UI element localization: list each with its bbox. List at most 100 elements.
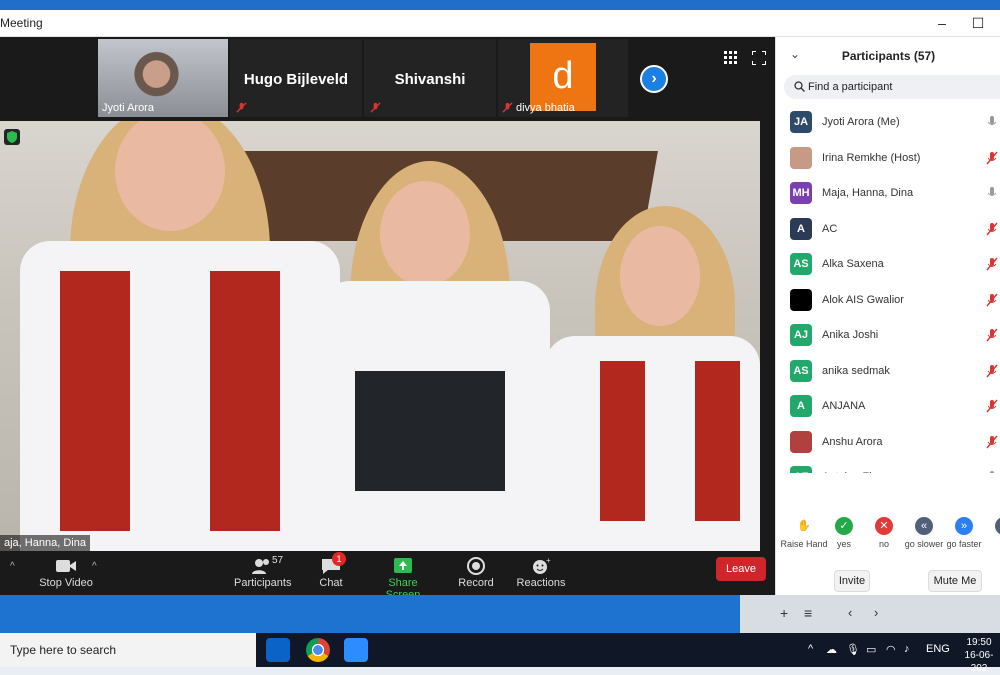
feedback-m-button[interactable]: m [978, 507, 1000, 549]
participant-row[interactable]: Alok AIS Gwalior [776, 283, 1000, 318]
language-indicator[interactable]: ENG [926, 643, 950, 655]
wifi-icon[interactable]: ◠ [886, 643, 896, 656]
feedback-icon: ✓ [835, 517, 853, 535]
participant-row[interactable]: A AC [776, 212, 1000, 247]
record-button[interactable]: Record [456, 551, 496, 589]
muted-mic-icon [986, 151, 998, 164]
participant-row[interactable]: AJ Anika Joshi [776, 318, 1000, 353]
participant-row[interactable]: AF Antoine Fisse [776, 460, 1000, 473]
nonverbal-feedback-bar: ✋Raise Hand✓yes✕no«go slower»go fasterm [776, 507, 1000, 557]
thumbnail-name: Shivanshi [394, 71, 466, 88]
participant-name: Antoine Fisse [822, 471, 889, 473]
participant-search-input[interactable]: Find a participant [784, 75, 1000, 99]
avatar: AS [790, 253, 812, 275]
record-label: Record [458, 577, 494, 589]
zoom-window: Meeting – ☐ Jyoti Arora Hugo Bijleveld S… [0, 10, 1000, 601]
chat-badge: 1 [332, 552, 346, 566]
panel-header: ⌄ Participants (57) [776, 37, 1000, 75]
fullscreen-icon[interactable] [752, 51, 766, 65]
share-screen-button[interactable]: Share Screen [370, 551, 436, 601]
participant-list: JA Jyoti Arora (Me) Irina Remkhe (Host) MH M… [776, 105, 1000, 473]
mic-icon [987, 187, 997, 196]
chevron-right-icon[interactable]: › [874, 605, 878, 620]
audio-options-caret[interactable]: ^ [10, 561, 15, 572]
participant-name: Maja, Hanna, Dina [822, 187, 914, 199]
onedrive-icon[interactable]: ☁ [826, 643, 837, 656]
avatar [790, 146, 812, 169]
stop-video-label: Stop Video [39, 577, 93, 589]
title-bar: Meeting – ☐ [0, 10, 1000, 37]
mic-icon [987, 116, 997, 125]
muted-mic-icon [986, 293, 998, 306]
participant-row[interactable]: Irina Remkhe (Host) [776, 141, 1000, 176]
stop-video-button[interactable]: Stop Video [38, 551, 94, 589]
participant-name: AC [822, 222, 838, 235]
search-placeholder: Find a participant [808, 81, 893, 93]
video-camera-icon [56, 560, 76, 572]
video-options-caret[interactable]: ^ [92, 561, 97, 572]
next-page-button[interactable]: › [640, 65, 668, 93]
feedback-icon: « [915, 517, 933, 535]
panel-title: Participants (57) [841, 49, 936, 63]
participant-row[interactable]: JA Jyoti Arora (Me) [776, 105, 1000, 140]
thumbnail-label: divya bhatia [516, 102, 575, 114]
participants-panel: ⌄ Participants (57) Find a participant J… [775, 37, 1000, 595]
muted-mic-icon [370, 102, 381, 113]
participant-row[interactable]: Anshu Arora [776, 425, 1000, 460]
thumbnail-divya[interactable]: d divya bhatia [498, 39, 628, 117]
participant-name: Anshu Arora [822, 435, 883, 448]
thumbnail-hugo[interactable]: Hugo Bijleveld [230, 39, 362, 117]
avatar: d [530, 43, 596, 111]
feedback-label: yes [836, 539, 851, 549]
participant-name: Anika Joshi [822, 329, 879, 341]
speaker-name-label: aja, Hanna, Dina [0, 535, 90, 551]
chevron-left-icon[interactable]: ‹ [848, 605, 852, 620]
desktop-background [0, 0, 1000, 10]
leave-button[interactable]: Leave [716, 557, 766, 581]
avatar: JA [790, 111, 812, 133]
chat-label: Chat [319, 577, 343, 589]
avatar: AF [790, 466, 812, 473]
participant-row[interactable]: AS anika sedmak [776, 354, 1000, 389]
menu-icon[interactable]: ≡ [804, 605, 812, 621]
gallery-view-icon[interactable] [724, 51, 738, 65]
participants-label: Participants [234, 577, 292, 589]
feedback-icon: ✋ [795, 517, 813, 535]
zoom-app-icon[interactable] [344, 638, 368, 662]
desktop-background [0, 595, 740, 635]
muted-mic-icon [986, 435, 998, 448]
maximize-button[interactable]: ☐ [968, 13, 988, 33]
battery-icon[interactable]: ▭ [866, 643, 876, 656]
window-title: Meeting [0, 16, 43, 30]
muted-mic-icon [986, 364, 998, 377]
person-left [20, 121, 340, 551]
thumbnail-shivanshi[interactable]: Shivanshi [364, 39, 496, 117]
feedback-label: go faster [946, 539, 982, 549]
record-icon [467, 557, 485, 575]
mic-icon [990, 471, 994, 473]
thumbnail-name: Hugo Bijleveld [243, 71, 349, 88]
participant-row[interactable]: A ANJANA [776, 389, 1000, 424]
tray-chevron-icon[interactable]: ^ [808, 643, 813, 655]
minimize-button[interactable]: – [932, 13, 952, 33]
thumbnail-label: Jyoti Arora [102, 102, 154, 114]
participant-row[interactable]: AS Alka Saxena [776, 247, 1000, 282]
share-screen-icon [394, 558, 412, 573]
invite-button[interactable]: Invite [834, 570, 870, 592]
clock-date: 16-06-202 [964, 650, 994, 674]
muted-mic-icon [236, 102, 247, 113]
thumbnail-jyoti[interactable]: Jyoti Arora [98, 39, 228, 117]
muted-mic-icon [986, 399, 998, 413]
clock[interactable]: 19:50 16-06-202 [958, 636, 1000, 675]
volume-icon[interactable]: ♪ [904, 643, 910, 655]
avatar: A [790, 395, 812, 417]
outlook-icon[interactable] [266, 638, 290, 662]
microphone-icon[interactable]: 🎙 [846, 643, 860, 656]
participant-row[interactable]: MH Maja, Hanna, Dina [776, 176, 1000, 211]
avatar: AS [790, 359, 812, 382]
taskbar-search-box[interactable]: Type here to search [0, 633, 256, 667]
plus-icon[interactable]: + [780, 605, 788, 621]
mute-me-button[interactable]: Mute Me [928, 570, 982, 592]
reactions-button[interactable]: + Reactions [516, 551, 566, 589]
chrome-icon[interactable] [306, 638, 330, 662]
